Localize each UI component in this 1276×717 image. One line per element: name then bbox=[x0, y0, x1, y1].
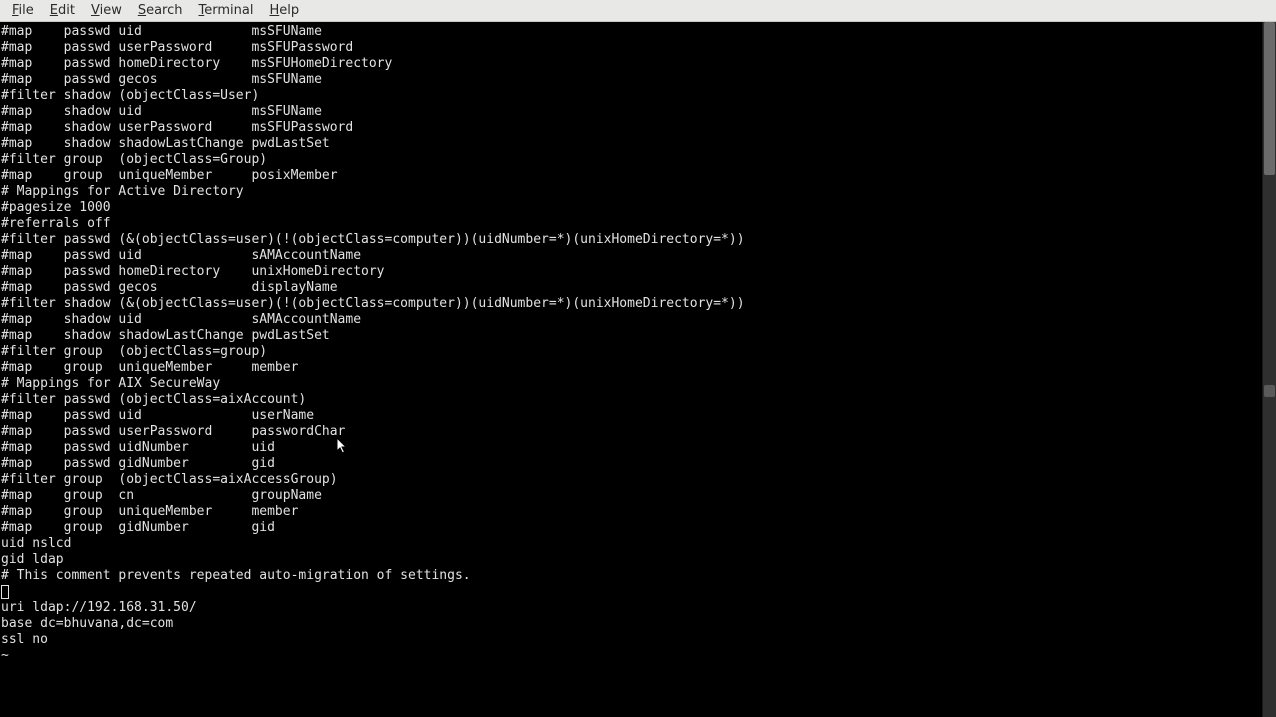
terminal-line: #map group gidNumber gid bbox=[1, 520, 1262, 536]
menubar: File Edit View Search Terminal Help bbox=[0, 0, 1276, 22]
text-cursor bbox=[1, 585, 9, 599]
terminal-line: uid nslcd bbox=[1, 536, 1262, 552]
terminal-line: #map shadow uid msSFUName bbox=[1, 104, 1262, 120]
terminal-line: uri ldap://192.168.31.50/ bbox=[1, 600, 1262, 616]
terminal-line: #filter group (objectClass=group) bbox=[1, 344, 1262, 360]
terminal-line: #filter shadow (&(objectClass=user)(!(ob… bbox=[1, 296, 1262, 312]
terminal-line: #map passwd userPassword passwordChar bbox=[1, 424, 1262, 440]
terminal-line: #map passwd uid userName bbox=[1, 408, 1262, 424]
terminal-line: #map group uniqueMember posixMember bbox=[1, 168, 1262, 184]
terminal-line: #map shadow shadowLastChange pwdLastSet bbox=[1, 136, 1262, 152]
menu-search[interactable]: Search bbox=[130, 1, 191, 20]
terminal-line: #map shadow userPassword msSFUPassword bbox=[1, 120, 1262, 136]
terminal-line: #referrals off bbox=[1, 216, 1262, 232]
terminal-line bbox=[1, 584, 1262, 600]
terminal-line: gid ldap bbox=[1, 552, 1262, 568]
terminal-line: #filter passwd (objectClass=aixAccount) bbox=[1, 392, 1262, 408]
terminal-line: base dc=bhuvana,dc=com bbox=[1, 616, 1262, 632]
terminal-line: ssl no bbox=[1, 632, 1262, 648]
terminal-line: #map passwd userPassword msSFUPassword bbox=[1, 40, 1262, 56]
terminal-line: # Mappings for Active Directory bbox=[1, 184, 1262, 200]
terminal-line: #pagesize 1000 bbox=[1, 200, 1262, 216]
menu-edit[interactable]: Edit bbox=[42, 1, 83, 20]
scrollbar-thumb[interactable] bbox=[1264, 22, 1275, 175]
terminal-line: #map shadow uid sAMAccountName bbox=[1, 312, 1262, 328]
terminal-line: #map passwd uid sAMAccountName bbox=[1, 248, 1262, 264]
terminal-line: #filter group (objectClass=Group) bbox=[1, 152, 1262, 168]
terminal-line: #map shadow shadowLastChange pwdLastSet bbox=[1, 328, 1262, 344]
terminal-line: #map passwd uidNumber uid bbox=[1, 440, 1262, 456]
terminal-line: #map group uniqueMember member bbox=[1, 360, 1262, 376]
terminal-line: #map passwd homeDirectory unixHomeDirect… bbox=[1, 264, 1262, 280]
terminal-content[interactable]: #map passwd uid msSFUName#map passwd use… bbox=[0, 22, 1262, 717]
menu-terminal[interactable]: Terminal bbox=[191, 1, 262, 20]
menu-help[interactable]: Help bbox=[261, 1, 307, 20]
scrollbar[interactable] bbox=[1262, 22, 1276, 717]
terminal-line: # Mappings for AIX SecureWay bbox=[1, 376, 1262, 392]
scrollbar-overflow-indicator bbox=[1264, 385, 1275, 397]
menu-view[interactable]: View bbox=[83, 1, 130, 20]
terminal-line: # This comment prevents repeated auto-mi… bbox=[1, 568, 1262, 584]
terminal-line: #map passwd gecos displayName bbox=[1, 280, 1262, 296]
terminal-line: #filter passwd (&(objectClass=user)(!(ob… bbox=[1, 232, 1262, 248]
terminal-line: #map passwd homeDirectory msSFUHomeDirec… bbox=[1, 56, 1262, 72]
menu-file[interactable]: File bbox=[4, 1, 42, 20]
terminal-line: #map group uniqueMember member bbox=[1, 504, 1262, 520]
terminal-window: #map passwd uid msSFUName#map passwd use… bbox=[0, 22, 1276, 717]
terminal-line: #map passwd gidNumber gid bbox=[1, 456, 1262, 472]
terminal-line: ~ bbox=[1, 648, 1262, 664]
terminal-line: #filter group (objectClass=aixAccessGrou… bbox=[1, 472, 1262, 488]
terminal-line: #filter shadow (objectClass=User) bbox=[1, 88, 1262, 104]
terminal-line: #map group cn groupName bbox=[1, 488, 1262, 504]
terminal-line: #map passwd gecos msSFUName bbox=[1, 72, 1262, 88]
terminal-line: #map passwd uid msSFUName bbox=[1, 24, 1262, 40]
